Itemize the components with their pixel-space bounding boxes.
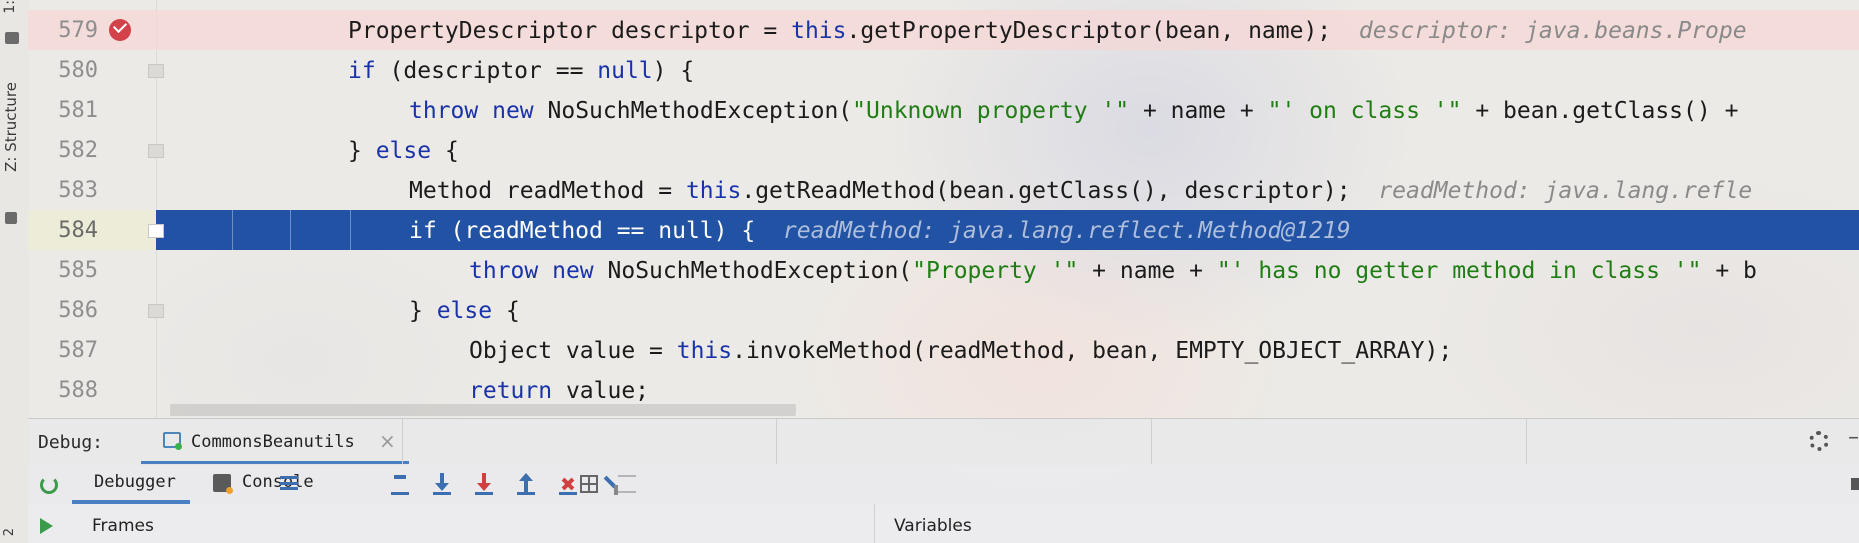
fold-marker-icon[interactable] xyxy=(148,144,164,158)
divider xyxy=(1526,419,1527,465)
code-text: if (descriptor == null) { xyxy=(348,58,695,84)
code-line-582[interactable]: 582 } else { xyxy=(28,130,1859,170)
tab-console[interactable]: Console xyxy=(242,472,314,492)
code-text: Method readMethod = this.getReadMethod(b… xyxy=(409,178,1753,204)
run-to-cursor-icon[interactable] xyxy=(600,473,620,495)
debug-tool-window-header: Debug: CommonsBeanutils × – xyxy=(28,418,1859,466)
resume-icon[interactable] xyxy=(40,518,53,534)
divider xyxy=(776,419,777,465)
code-line-580[interactable]: 580 if (descriptor == null) { xyxy=(28,50,1859,90)
inline-value-hint: readMethod: java.lang.reflect.Method@121… xyxy=(782,218,1351,244)
session-tab-label: CommonsBeanutils xyxy=(191,432,355,452)
code-line-584-execution-point[interactable]: 584 if (readMethod == null) { readMethod… xyxy=(28,210,1859,250)
code-line-586[interactable]: 586 } else { xyxy=(28,290,1859,330)
step-into-icon[interactable] xyxy=(432,473,452,495)
line-number: 586 xyxy=(58,298,98,323)
divider xyxy=(1151,419,1152,465)
structure-tab[interactable]: Z: Structure xyxy=(2,82,20,172)
debug-label: Debug: xyxy=(38,432,104,453)
line-number: 581 xyxy=(58,98,98,123)
frames-panel-title: Frames xyxy=(92,516,154,536)
code-line-587[interactable]: 587 Object value = this.invokeMethod(rea… xyxy=(28,330,1859,370)
fold-marker-icon[interactable] xyxy=(148,224,164,238)
inline-value-hint: descriptor: java.beans.Prope xyxy=(1358,18,1747,44)
layout-icon[interactable] xyxy=(280,476,298,490)
code-text: PropertyDescriptor descriptor = this.get… xyxy=(348,18,1747,44)
line-number: 583 xyxy=(58,178,98,203)
code-line-583[interactable]: 583 Method readMethod = this.getReadMeth… xyxy=(28,170,1859,210)
code-text: throw new NoSuchMethodException("Propert… xyxy=(469,258,1757,284)
code-text: Object value = this.invokeMethod(readMet… xyxy=(469,338,1453,364)
console-icon xyxy=(213,474,233,494)
rerun-icon[interactable] xyxy=(40,476,58,494)
structure-icon xyxy=(5,212,17,224)
divider xyxy=(402,419,403,465)
restore-layout-icon[interactable] xyxy=(1851,478,1859,490)
panel-splitter[interactable] xyxy=(874,504,875,543)
line-number: 587 xyxy=(58,338,98,363)
code-text: return value; xyxy=(469,378,650,404)
bottom-side-tab[interactable]: 2 xyxy=(2,528,17,536)
line-number: 582 xyxy=(58,138,98,163)
code-line-579[interactable]: 579 PropertyDescriptor descriptor = this… xyxy=(28,10,1859,50)
run-config-icon xyxy=(163,432,182,450)
code-line-581[interactable]: 581 throw new NoSuchMethodException("Unk… xyxy=(28,90,1859,130)
line-number: 579 xyxy=(58,18,98,43)
left-tool-strip: 1: Z: Structure 2 xyxy=(0,0,29,543)
inline-value-hint: readMethod: java.lang.refle xyxy=(1378,178,1753,204)
code-line-585[interactable]: 585 throw new NoSuchMethodException("Pro… xyxy=(28,250,1859,290)
folder-icon xyxy=(5,32,19,44)
fold-marker-icon[interactable] xyxy=(148,304,164,318)
line-number: 588 xyxy=(58,378,98,403)
fold-marker-icon[interactable] xyxy=(148,64,164,78)
line-number: 585 xyxy=(58,258,98,283)
close-icon[interactable]: × xyxy=(379,429,396,453)
project-tab[interactable]: 1: xyxy=(2,0,18,14)
evaluate-expression-icon[interactable] xyxy=(580,475,598,493)
debugger-toolbar: Debugger Console xyxy=(28,464,1859,505)
code-text: } else { xyxy=(409,298,520,324)
line-number: 584 xyxy=(58,218,98,243)
frames-variables-header: Frames Variables xyxy=(28,504,1859,543)
tab-debugger[interactable]: Debugger xyxy=(94,472,176,492)
breakpoint-icon[interactable] xyxy=(109,18,131,41)
debug-session-tab[interactable]: CommonsBeanutils × xyxy=(133,419,409,465)
drop-frame-icon[interactable] xyxy=(558,473,578,495)
step-over-icon[interactable] xyxy=(390,473,410,495)
horizontal-scrollbar[interactable] xyxy=(170,404,796,416)
code-text: if (readMethod == null) { readMethod: ja… xyxy=(409,218,1351,244)
indent-guide xyxy=(350,210,351,250)
variables-panel-title: Variables xyxy=(894,516,972,536)
step-out-icon[interactable] xyxy=(516,473,536,495)
minimize-icon[interactable]: – xyxy=(1848,425,1859,450)
force-step-into-icon[interactable] xyxy=(474,473,494,495)
indent-guide xyxy=(232,210,233,250)
code-text: } else { xyxy=(348,138,459,164)
trace-icon xyxy=(618,475,636,493)
indent-guide xyxy=(290,210,291,250)
gear-icon[interactable] xyxy=(1809,431,1829,451)
line-number: 580 xyxy=(58,58,98,83)
code-text: throw new NoSuchMethodException("Unknown… xyxy=(409,98,1739,124)
